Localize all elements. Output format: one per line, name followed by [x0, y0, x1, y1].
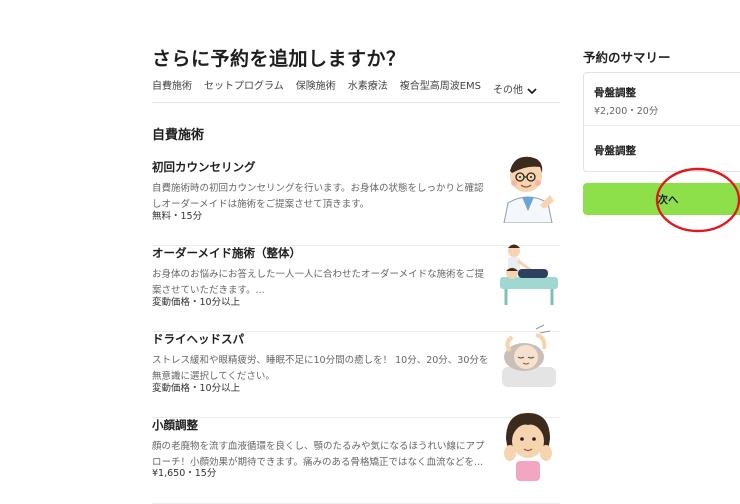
next-button[interactable]: 次へ [583, 183, 740, 215]
head-spa-illustration [502, 324, 556, 387]
service-name: ドライヘッドスパ [152, 332, 244, 346]
service-meta: 変動価格・10分以上 [152, 297, 241, 308]
massage-illustration [500, 244, 558, 305]
service-name: 小顔調整 [152, 418, 198, 432]
service-item[interactable]: オーダーメイド施術（整体） お身体のお悩みにお答えした一人一人に合わせたオーダー… [152, 244, 560, 332]
summary-item-name: 骨盤調整 [594, 87, 636, 99]
summary-item-name: 骨盤調整 [594, 145, 636, 157]
tab-jihi[interactable]: 自費施術 [152, 80, 192, 102]
tab-suiso[interactable]: 水素療法 [348, 80, 388, 102]
tab-ems[interactable]: 複合型高周波EMS [400, 80, 481, 102]
tab-other-label: その他 [493, 85, 523, 96]
summary-item-meta: ¥2,200・20分 [594, 106, 659, 117]
page-title: さらに予約を追加しますか？ [152, 48, 406, 70]
service-description: 自費施術時の初回カウンセリングを行います。お身体の状態をしっかりと確認しオーダー… [152, 183, 484, 210]
tab-other[interactable]: その他 [493, 80, 538, 102]
summary-item: 骨盤調整 ¥2,200・20分 [594, 85, 658, 117]
category-tabs: 自費施術 セットプログラム 保険施術 水素療法 複合型高周波EMS その他 [152, 80, 560, 103]
chevron-down-icon [527, 88, 537, 95]
service-item[interactable]: 小顔調整 顔の老廃物を流す血液循環を良くし、顎のたるみや気になるほうれい線にアプ… [152, 413, 560, 504]
service-item[interactable]: ドライヘッドスパ ストレス緩和や眼精疲労、睡眠不足に10分間の癒しを！ 10分、… [152, 324, 560, 418]
section-title: 自費施術 [152, 128, 205, 143]
divider [584, 125, 740, 126]
summary-box: 骨盤調整 ¥2,200・20分 骨盤調整 [583, 72, 740, 172]
summary-item: 骨盤調整 [594, 143, 636, 158]
doctor-illustration [503, 156, 554, 223]
service-meta: 変動価格・10分以上 [152, 383, 241, 394]
service-meta: ¥1,650・15分 [152, 468, 217, 479]
face-girl-illustration [504, 413, 552, 481]
service-name: 初回カウンセリング [152, 160, 256, 174]
summary-title: 予約のサマリー [583, 50, 671, 65]
tab-hoken[interactable]: 保険施術 [296, 80, 336, 102]
service-meta: 無料・15分 [152, 211, 203, 222]
service-item[interactable]: 初回カウンセリング 自費施術時の初回カウンセリングを行います。お身体の状態をしっ… [152, 156, 560, 246]
service-name: オーダーメイド施術（整体） [152, 246, 302, 260]
tab-set-program[interactable]: セットプログラム [204, 80, 284, 102]
next-button-label: 次へ [657, 194, 679, 206]
